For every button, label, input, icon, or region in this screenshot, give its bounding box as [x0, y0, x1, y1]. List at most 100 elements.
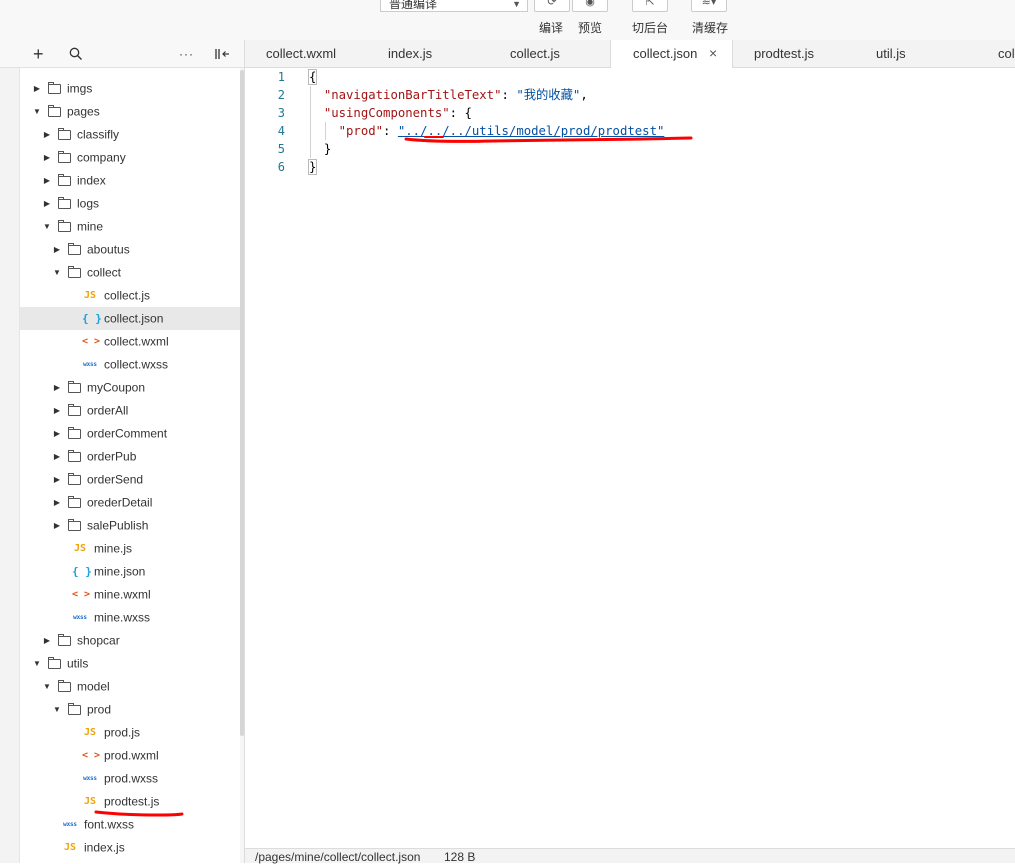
tree-folder[interactable]: ▼ prod — [20, 698, 240, 721]
chevron-down-icon[interactable]: ▼ — [52, 698, 62, 721]
chevron-down-icon[interactable]: ▼ — [32, 100, 42, 123]
tab-util-js[interactable]: util.js — [876, 40, 906, 67]
tree-file[interactable]: < > mine.wxml — [20, 583, 240, 606]
top-toolbar: 普通编译 ▼ ⟳ ◉ ⇱ ≋▾ 编译 预览 切后台 清缓存 — [0, 0, 1015, 41]
plus-icon[interactable]: + — [33, 44, 44, 64]
tree-folder[interactable]: ▶ imgs — [20, 77, 240, 100]
tree-file[interactable]: wxss prod.wxss — [20, 767, 240, 790]
tree-folder[interactable]: ▼ utils — [20, 652, 240, 675]
tree-folder[interactable]: ▶ shopcar — [20, 629, 240, 652]
close-icon[interactable]: × — [709, 40, 717, 67]
tree-item-label: utils — [67, 656, 89, 671]
editor-tabs: collect.wxml index.js collect.js collect… — [244, 40, 1015, 68]
compile-button[interactable]: ⟳ — [534, 0, 570, 12]
chevron-right-icon[interactable]: ▶ — [52, 491, 62, 514]
tree-item-label: model — [77, 679, 110, 694]
wxss-file-icon: wxss — [83, 775, 97, 783]
tree-folder[interactable]: ▶ orederDetail — [20, 491, 240, 514]
tree-file[interactable]: JS mine.js — [20, 537, 240, 560]
tree-item-label: index — [77, 173, 106, 188]
chevron-down-icon[interactable]: ▼ — [32, 652, 42, 675]
json-file-icon: { } — [72, 565, 92, 579]
search-icon[interactable] — [69, 44, 83, 67]
explorer-gutter — [0, 68, 20, 863]
tree-folder[interactable]: ▶ orderSend — [20, 468, 240, 491]
tree-item-label: collect.json — [104, 311, 164, 326]
collapse-panel-icon[interactable] — [214, 44, 230, 67]
clear-cache-label: 清缓存 — [692, 21, 729, 35]
tree-file[interactable]: JS collect.js — [20, 284, 240, 307]
background-button[interactable]: ⇱ — [632, 0, 668, 12]
tree-folder[interactable]: ▶ classifly — [20, 123, 240, 146]
tree-file[interactable]: { } mine.json — [20, 560, 240, 583]
brace: { — [307, 69, 318, 85]
tree-folder[interactable]: ▼ collect — [20, 261, 240, 284]
compile-label: 编译 — [539, 21, 564, 35]
chevron-right-icon[interactable]: ▶ — [52, 468, 62, 491]
chevron-right-icon[interactable]: ▶ — [42, 146, 52, 169]
tab-label: collect.wxml — [266, 46, 337, 61]
tree-item-label: prodtest.js — [104, 794, 160, 809]
tree-folder[interactable]: ▶ index — [20, 169, 240, 192]
chevron-right-icon[interactable]: ▶ — [52, 399, 62, 422]
punct: : — [383, 124, 398, 138]
tree-folder[interactable]: ▼ mine — [20, 215, 240, 238]
tree-file[interactable]: wxss mine.wxss — [20, 606, 240, 629]
tree-folder[interactable]: ▶ logs — [20, 192, 240, 215]
tree-folder[interactable]: ▶ orderAll — [20, 399, 240, 422]
chevron-right-icon[interactable]: ▶ — [52, 422, 62, 445]
tab-collect-wxml[interactable]: collect.wxml — [266, 40, 336, 67]
tree-file[interactable]: < > prod.wxml — [20, 744, 240, 767]
chevron-right-icon[interactable]: ▶ — [32, 77, 42, 100]
folder-icon — [68, 495, 81, 508]
tree-folder[interactable]: ▼ model — [20, 675, 240, 698]
wxml-file-icon: < > — [82, 750, 101, 762]
json-string: "我的收藏" — [516, 88, 581, 102]
chevron-right-icon[interactable]: ▶ — [52, 376, 62, 399]
tree-folder[interactable]: ▶ salePublish — [20, 514, 240, 537]
punct: , — [580, 88, 588, 102]
more-icon[interactable]: ··· — [179, 44, 194, 64]
tree-folder[interactable]: ▶ orderComment — [20, 422, 240, 445]
tree-file[interactable]: JS prod.js — [20, 721, 240, 744]
tree-folder[interactable]: ▼ pages — [20, 100, 240, 123]
tree-folder[interactable]: ▶ myCoupon — [20, 376, 240, 399]
chevron-down-icon[interactable]: ▼ — [42, 215, 52, 238]
tree-file[interactable]: < > collect.wxml — [20, 330, 240, 353]
chevron-down-icon[interactable]: ▼ — [52, 261, 62, 284]
tab-label: collect.json — [633, 46, 698, 61]
folder-open-icon — [48, 656, 61, 669]
tree-file[interactable]: wxss collect.wxss — [20, 353, 240, 376]
chevron-right-icon[interactable]: ▶ — [42, 123, 52, 146]
tree-file[interactable]: { } collect.json — [20, 307, 240, 330]
refresh-icon: ⟳ — [547, 0, 557, 8]
chevron-right-icon[interactable]: ▶ — [42, 629, 52, 652]
chevron-right-icon[interactable]: ▶ — [42, 169, 52, 192]
compile-mode-select[interactable]: 普通编译 ▼ — [380, 0, 528, 12]
folder-icon — [58, 127, 71, 140]
tab-collect-partial[interactable]: colle — [998, 40, 1015, 67]
folder-icon — [68, 518, 81, 531]
chevron-right-icon[interactable]: ▶ — [52, 445, 62, 468]
explorer-header: + ··· — [0, 40, 244, 68]
chevron-right-icon[interactable]: ▶ — [42, 192, 52, 215]
tab-collect-json[interactable]: collect.json × — [610, 40, 733, 68]
preview-button[interactable]: ◉ — [572, 0, 608, 12]
tree-item-label: collect.js — [104, 288, 151, 303]
chevron-right-icon[interactable]: ▶ — [52, 514, 62, 537]
tree-file[interactable]: JS index.js — [20, 836, 240, 859]
clear-cache-button[interactable]: ≋▾ — [691, 0, 727, 12]
tree-folder[interactable]: ▶ company — [20, 146, 240, 169]
tree-item-label: orederDetail — [87, 495, 153, 510]
js-file-icon: JS — [63, 842, 77, 854]
tree-folder[interactable]: ▶ aboutus — [20, 238, 240, 261]
chevron-right-icon[interactable]: ▶ — [52, 238, 62, 261]
tab-prodtest-js[interactable]: prodtest.js — [754, 40, 814, 67]
chevron-down-icon[interactable]: ▼ — [42, 675, 52, 698]
tab-collect-js[interactable]: collect.js — [510, 40, 560, 67]
folder-open-icon — [48, 104, 61, 117]
code-editor[interactable]: 1 2 3 4 5 6 { "navigationBarTitleText": … — [244, 68, 1015, 848]
tree-folder[interactable]: ▶ orderPub — [20, 445, 240, 468]
wxss-file-icon: wxss — [73, 614, 87, 622]
tab-index-js[interactable]: index.js — [388, 40, 432, 67]
